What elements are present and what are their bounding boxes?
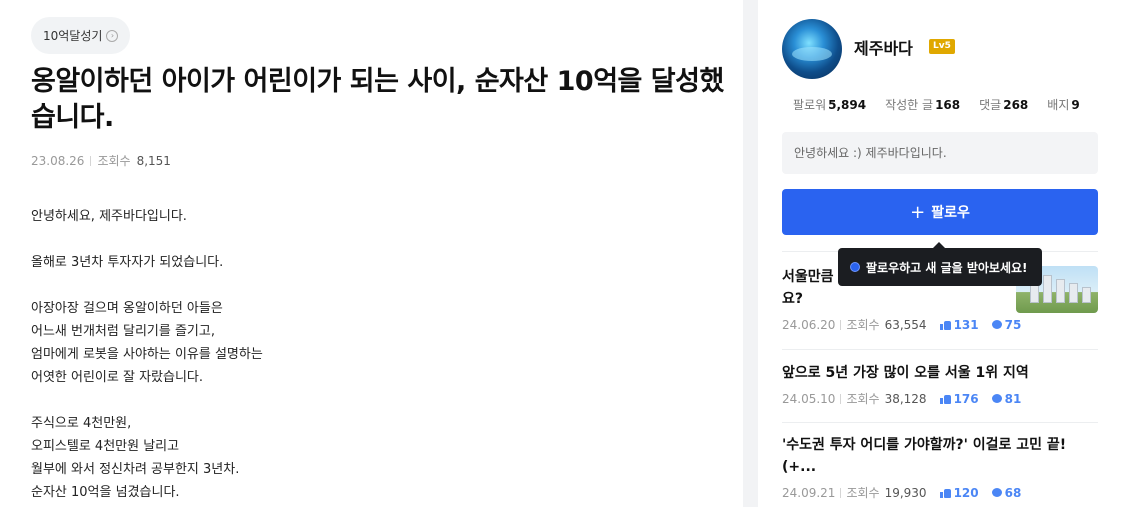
post-meta: 24.06.20 조회수 63,554 131 75 bbox=[782, 316, 1098, 333]
comment-value: 68 bbox=[1004, 485, 1022, 500]
post-meta: 24.09.21 조회수 19,930 120 68 bbox=[782, 484, 1098, 501]
post-date: 24.09.21 bbox=[782, 485, 836, 500]
stat-badges[interactable]: 배지 9 bbox=[1047, 96, 1079, 113]
views-count: 38,128 bbox=[884, 391, 927, 406]
divider bbox=[840, 393, 842, 404]
category-label: 10억달성기 bbox=[43, 29, 103, 43]
article-date: 23.08.26 bbox=[31, 153, 85, 168]
author-stats: 팔로워 5,894 작성한 글 168 댓글 268 배지 9 bbox=[793, 96, 1080, 113]
divider bbox=[840, 319, 842, 330]
list-item[interactable]: '수도권 투자 어디를 가야할까?' 이걸로 고민 끝! (+... 24.09… bbox=[782, 434, 1098, 501]
building-shape bbox=[1043, 275, 1052, 303]
follow-button[interactable]: + 팔로우 bbox=[782, 189, 1098, 235]
article-title: 옹알이하던 아이가 어린이가 되는 사이, 순자산 10억을 달성했습니다. bbox=[31, 66, 724, 133]
views-label: 조회수 bbox=[97, 154, 131, 168]
thumbs-up-icon bbox=[939, 394, 951, 404]
text-line: 엄마에게 로봇을 사야하는 이유를 설명하는 bbox=[31, 347, 263, 362]
comment-icon bbox=[991, 394, 1002, 403]
building-shape bbox=[1082, 287, 1091, 303]
like-value: 131 bbox=[953, 317, 979, 332]
text-line: 올해로 3년차 투자자가 되었습니다. bbox=[31, 255, 224, 270]
list-item[interactable]: 앞으로 5년 가장 많이 오를 서울 1위 지역 24.05.10 조회수 38… bbox=[782, 362, 1098, 407]
tooltip-text: 팔로우하고 새 글을 받아보세요! bbox=[866, 260, 1028, 275]
like-value: 120 bbox=[953, 485, 979, 500]
text-line: 주식으로 4천만원, bbox=[31, 416, 132, 431]
stat-value: 168 bbox=[935, 98, 961, 112]
stat-value: 5,894 bbox=[828, 98, 867, 112]
views-label: 조회수 bbox=[846, 486, 880, 500]
text-line: 월부에 와서 정신차려 공부한지 3년차. bbox=[31, 462, 240, 477]
comment-icon bbox=[991, 320, 1002, 329]
comment-value: 81 bbox=[1004, 391, 1022, 406]
category-chip[interactable]: 10억달성기 › bbox=[31, 17, 131, 54]
follow-tooltip: 팔로우하고 새 글을 받아보세요! bbox=[838, 242, 1042, 286]
stat-value: 268 bbox=[1003, 98, 1029, 112]
paragraph: 아장아장 걸으며 옹알이하던 아들은 어느새 번개처럼 달리기를 즐기고, 엄마… bbox=[31, 297, 263, 389]
info-dot-icon bbox=[850, 262, 860, 272]
building-shape bbox=[1056, 279, 1065, 303]
views-count: 63,554 bbox=[884, 317, 927, 332]
building-shape bbox=[1069, 283, 1078, 303]
stat-label: 팔로워 bbox=[793, 98, 827, 112]
thumbs-up-icon bbox=[939, 488, 951, 498]
text-line: 어느새 번개처럼 달리기를 즐기고, bbox=[31, 324, 215, 339]
text-line: 안녕하세요, 제주바다입니다. bbox=[31, 209, 187, 224]
divider bbox=[782, 422, 1098, 423]
paragraph: 주식으로 4천만원, 오피스텔로 4천만원 날리고 월부에 와서 정신차려 공부… bbox=[31, 412, 263, 504]
post-title: 앞으로 5년 가장 많이 오를 서울 1위 지역 bbox=[782, 365, 1029, 381]
text-line: 어엿한 어린이로 잘 자랐습니다. bbox=[31, 370, 204, 385]
text-line: 오피스텔로 4천만원 날리고 bbox=[31, 439, 180, 454]
post-title-line: 서울만큼 bbox=[782, 269, 834, 285]
views-count: 8,151 bbox=[136, 153, 171, 168]
like-count: 131 bbox=[939, 317, 979, 332]
views-label: 조회수 bbox=[846, 392, 880, 406]
avatar[interactable] bbox=[782, 19, 842, 79]
chevron-right-icon: › bbox=[106, 29, 119, 42]
stat-label: 작성한 글 bbox=[885, 98, 934, 112]
views-label: 조회수 bbox=[846, 318, 880, 332]
paragraph: 올해로 3년차 투자자가 되었습니다. bbox=[31, 251, 263, 274]
paragraph: 안녕하세요, 제주바다입니다. bbox=[31, 205, 263, 228]
text-line: 순자산 10억을 넘겼습니다. bbox=[31, 485, 180, 500]
comment-count: 75 bbox=[991, 317, 1022, 332]
like-count: 120 bbox=[939, 485, 979, 500]
post-date: 24.06.20 bbox=[782, 317, 836, 332]
comment-count: 81 bbox=[991, 391, 1022, 406]
article-panel: 10억달성기 › 옹알이하던 아이가 어린이가 되는 사이, 순자산 10억을 … bbox=[0, 0, 743, 507]
author-name[interactable]: 제주바다 bbox=[854, 35, 913, 59]
comment-value: 75 bbox=[1004, 317, 1022, 332]
stat-value: 9 bbox=[1071, 98, 1080, 112]
article-meta: 23.08.26 조회수 8,151 bbox=[31, 152, 171, 169]
thumbs-up-icon bbox=[939, 320, 951, 330]
post-title-line: 요? bbox=[782, 291, 804, 307]
level-badge: Lv5 bbox=[929, 39, 955, 54]
comment-count: 68 bbox=[991, 485, 1022, 500]
comment-icon bbox=[991, 488, 1002, 497]
stat-label: 배지 bbox=[1047, 98, 1070, 112]
like-count: 176 bbox=[939, 391, 979, 406]
stat-comments[interactable]: 댓글 268 bbox=[979, 96, 1028, 113]
post-title: '수도권 투자 어디를 가야할까?' 이걸로 고민 끝! (+... bbox=[782, 437, 1067, 475]
plus-icon: + bbox=[910, 201, 926, 223]
divider bbox=[840, 487, 842, 498]
text-line: 아장아장 걸으며 옹알이하던 아들은 bbox=[31, 301, 223, 316]
views-count: 19,930 bbox=[884, 485, 927, 500]
author-greeting: 안녕하세요 :) 제주바다입니다. bbox=[782, 132, 1098, 174]
stat-posts[interactable]: 작성한 글 168 bbox=[885, 96, 960, 113]
like-value: 176 bbox=[953, 391, 979, 406]
divider bbox=[90, 155, 92, 166]
follow-label: 팔로우 bbox=[931, 205, 970, 221]
post-meta: 24.05.10 조회수 38,128 176 81 bbox=[782, 390, 1098, 407]
article-body: 안녕하세요, 제주바다입니다. 올해로 3년차 투자자가 되었습니다. 아장아장… bbox=[31, 205, 263, 507]
stat-label: 댓글 bbox=[979, 98, 1002, 112]
post-date: 24.05.10 bbox=[782, 391, 836, 406]
stat-followers[interactable]: 팔로워 5,894 bbox=[793, 96, 866, 113]
divider bbox=[782, 349, 1098, 350]
